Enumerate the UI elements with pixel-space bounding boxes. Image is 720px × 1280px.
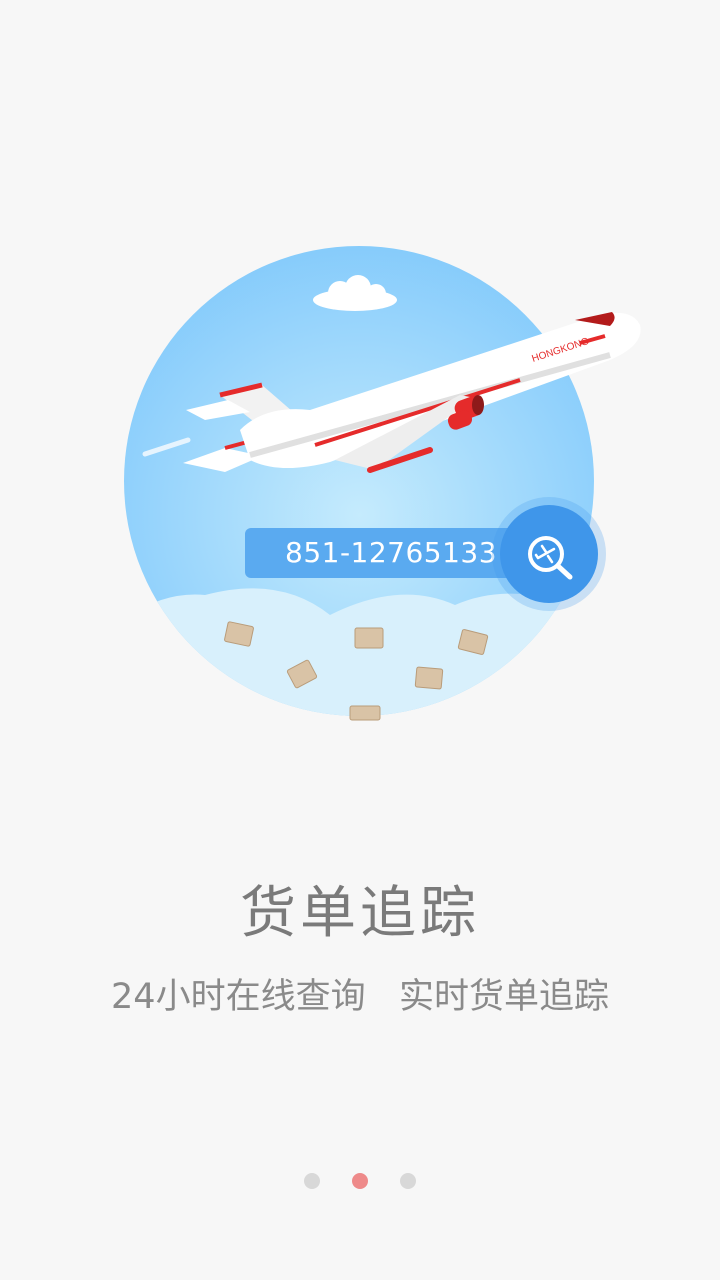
page-dot-1[interactable] xyxy=(304,1173,320,1189)
page-indicator xyxy=(0,1173,720,1189)
page-dot-3[interactable] xyxy=(400,1173,416,1189)
search-button xyxy=(500,505,598,603)
tracking-number-text: 851-12765133 xyxy=(285,536,498,569)
page-title: 货单追踪 xyxy=(240,881,480,946)
page-dot-2[interactable] xyxy=(352,1173,368,1189)
search-plane-icon xyxy=(528,536,573,580)
onboarding-illustration: HONGKONG xyxy=(0,0,720,760)
page-subtitle: 24小时在线查询 实时货单追踪 xyxy=(111,977,609,1017)
